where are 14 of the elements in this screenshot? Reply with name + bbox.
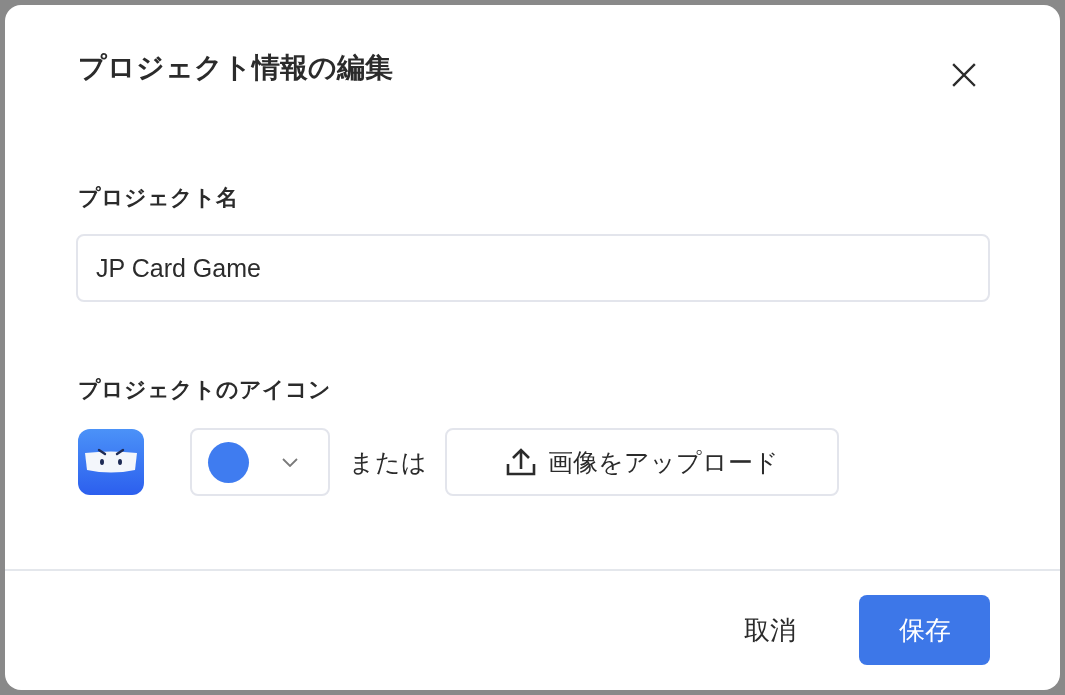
chevron-down-icon (282, 457, 298, 467)
cancel-button[interactable]: 取消 (724, 595, 816, 665)
mask-face-app-icon (78, 429, 144, 495)
field-label: プロジェクトのアイコン (78, 376, 331, 404)
close-button[interactable] (951, 62, 977, 88)
close-icon (952, 63, 976, 87)
save-button[interactable]: 保存 (859, 595, 990, 665)
field-label: プロジェクト名 (78, 184, 238, 212)
project-name-field[interactable]: JP Card Game (76, 234, 990, 302)
dialog-title: プロジェクト情報の編集 (78, 51, 393, 85)
upload-button[interactable]: 画像をアップロード (445, 428, 839, 496)
or-text: または (349, 447, 427, 478)
upload-icon (505, 448, 536, 476)
color-dropdown[interactable] (190, 428, 330, 496)
